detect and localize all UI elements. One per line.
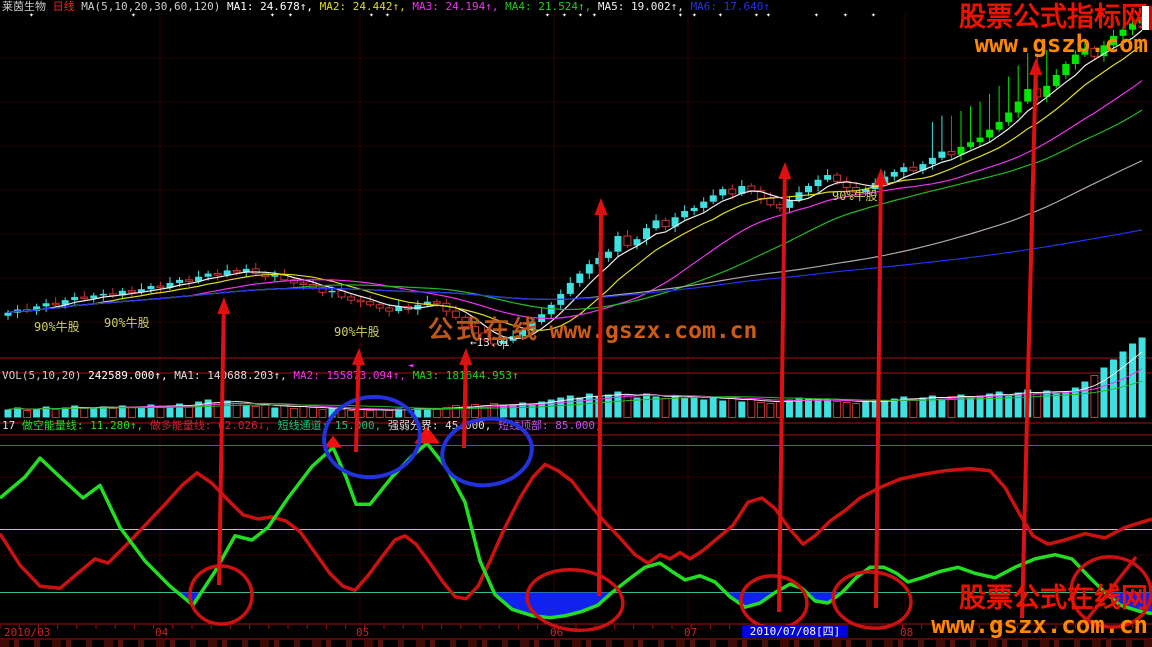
red-arrow-head	[217, 297, 231, 315]
red-arrow-shaft	[597, 206, 603, 597]
red-arrow-head	[594, 198, 608, 216]
red-arrow-head	[874, 168, 888, 186]
red-arrow-shaft	[1020, 66, 1038, 619]
red-arrow-head	[352, 348, 366, 366]
red-arrow-head	[1029, 58, 1043, 76]
red-arrow-shaft	[217, 305, 226, 586]
bottom-right-watermark: 股票公式在线网 www.gszx.com.cn	[931, 583, 1148, 640]
red-circle-annotation	[831, 570, 913, 630]
red-circle-annotation	[525, 567, 625, 633]
red-arrow-head	[459, 348, 473, 366]
logo-fragment	[1142, 6, 1152, 30]
red-arrow-shaft	[777, 170, 787, 613]
selected-date-badge[interactable]: 2010/07/08[四]	[742, 625, 848, 638]
top-right-watermark: 股票公式指标网 www.gszb.com	[959, 2, 1148, 59]
top-right-watermark-url: www.gszb.com	[974, 30, 1148, 59]
top-right-watermark-title: 股票公式指标网	[959, 2, 1148, 33]
red-arrow-head	[778, 162, 792, 180]
bottom-right-watermark-url: www.gszx.com.cn	[931, 611, 1148, 640]
hand-drawn-annotations	[188, 58, 1152, 633]
blue-circle-annotation	[322, 394, 422, 480]
red-arrow-shaft	[462, 356, 468, 449]
red-arrow-shaft	[354, 356, 361, 453]
red-circle-annotation	[739, 574, 809, 630]
blue-circle-annotation	[440, 416, 534, 488]
red-arrow-shaft	[874, 176, 883, 609]
bottom-right-watermark-title: 股票公式在线网	[959, 583, 1148, 614]
trading-app-window: 莱茵生物 日线 MA(5,10,20,30,60,120) MA1: 24.67…	[0, 0, 1152, 647]
clipped-status-strip	[0, 640, 1152, 647]
